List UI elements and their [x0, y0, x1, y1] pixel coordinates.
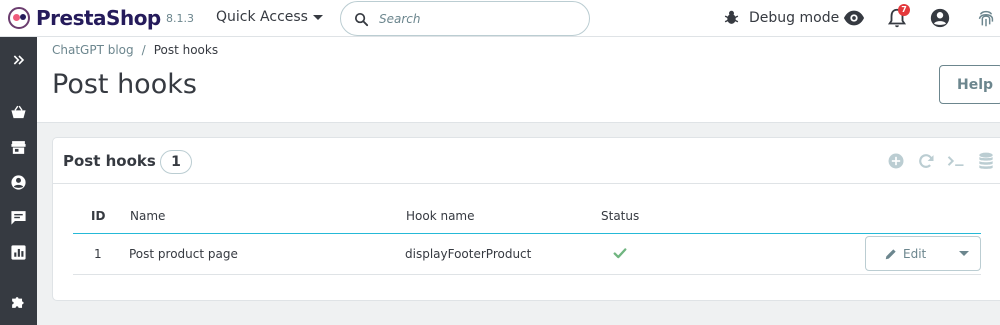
prestashop-logo-icon: [8, 7, 30, 29]
brand-name: PrestaShop: [36, 6, 161, 30]
row-hook-name: displayFooterProduct: [405, 247, 532, 261]
breadcrumb: ChatGPT blog / Post hooks: [52, 43, 218, 57]
database-icon[interactable]: [976, 151, 996, 171]
column-header-status[interactable]: Status: [601, 209, 639, 223]
sidebar: [0, 37, 37, 325]
shopping-basket-icon: [11, 105, 26, 118]
row-id: 1: [94, 247, 102, 261]
search-box[interactable]: [340, 1, 590, 36]
actions-dropdown-toggle[interactable]: [948, 237, 980, 270]
account-circle-icon[interactable]: [929, 7, 951, 29]
bug-icon: [724, 10, 739, 24]
breadcrumb-parent-link[interactable]: ChatGPT blog: [52, 43, 134, 57]
search-input[interactable]: [379, 9, 579, 29]
page-title: Post hooks: [52, 69, 197, 100]
sidebar-item-catalog[interactable]: [0, 135, 37, 159]
version-label: 8.1.3: [166, 12, 194, 25]
quick-access-dropdown[interactable]: Quick Access: [216, 9, 323, 25]
check-icon[interactable]: [613, 246, 627, 260]
expand-double-chevron-icon: [13, 55, 24, 65]
account-circle-icon: [11, 174, 26, 190]
table-row[interactable]: 1 Post product page displayFooterProduct…: [73, 234, 981, 275]
chat-bubble-icon: [11, 210, 26, 225]
sidebar-toggle[interactable]: [0, 48, 37, 72]
row-name: Post product page: [129, 247, 238, 261]
breadcrumb-current: Post hooks: [153, 43, 219, 57]
quick-access-label: Quick Access: [216, 9, 308, 25]
table-header: ID Name Hook name Status: [73, 208, 981, 234]
sidebar-item-modules[interactable]: [0, 289, 37, 313]
breadcrumb-separator: /: [141, 43, 146, 57]
fingerprint-icon[interactable]: [975, 7, 997, 29]
eye-icon[interactable]: [843, 7, 865, 29]
search-icon[interactable]: [353, 11, 370, 28]
notification-count-badge: 7: [898, 4, 910, 16]
prestashop-logo[interactable]: PrestaShop: [8, 6, 161, 30]
panel-count-badge: 1: [160, 150, 192, 174]
panel-title: Post hooks: [63, 152, 156, 170]
debug-mode-link[interactable]: Debug mode: [723, 9, 839, 26]
row-actions: Edit: [865, 236, 981, 271]
sidebar-item-stats[interactable]: [0, 240, 37, 264]
post-hooks-panel: Post hooks 1 ID Name Hook name Status 1 …: [52, 137, 1000, 301]
sidebar-item-customer-service[interactable]: [0, 205, 37, 229]
edit-button-label: Edit: [903, 246, 927, 261]
top-header: PrestaShop 8.1.3 Quick Access Debug mode…: [0, 0, 1000, 37]
add-circle-icon[interactable]: [886, 151, 906, 171]
refresh-icon[interactable]: [916, 151, 936, 171]
sidebar-item-customers[interactable]: [0, 170, 37, 194]
sidebar-item-orders[interactable]: [0, 100, 37, 124]
panel-header: Post hooks 1: [53, 138, 1000, 184]
store-icon: [11, 140, 26, 154]
pencil-icon: [885, 248, 896, 259]
caret-down-icon: [312, 14, 323, 20]
puzzle-piece-icon: [12, 296, 24, 308]
debug-mode-label: Debug mode: [749, 9, 840, 26]
column-header-hook-name[interactable]: Hook name: [406, 209, 475, 223]
terminal-icon[interactable]: [946, 151, 966, 171]
caret-down-icon: [959, 251, 969, 256]
edit-button[interactable]: Edit: [866, 237, 946, 270]
column-header-id[interactable]: ID: [91, 209, 105, 223]
page-header: ChatGPT blog / Post hooks Post hooks Hel…: [37, 37, 1000, 123]
help-button[interactable]: Help: [939, 65, 1000, 104]
bar-chart-icon: [11, 244, 26, 260]
column-header-name[interactable]: Name: [130, 209, 165, 223]
